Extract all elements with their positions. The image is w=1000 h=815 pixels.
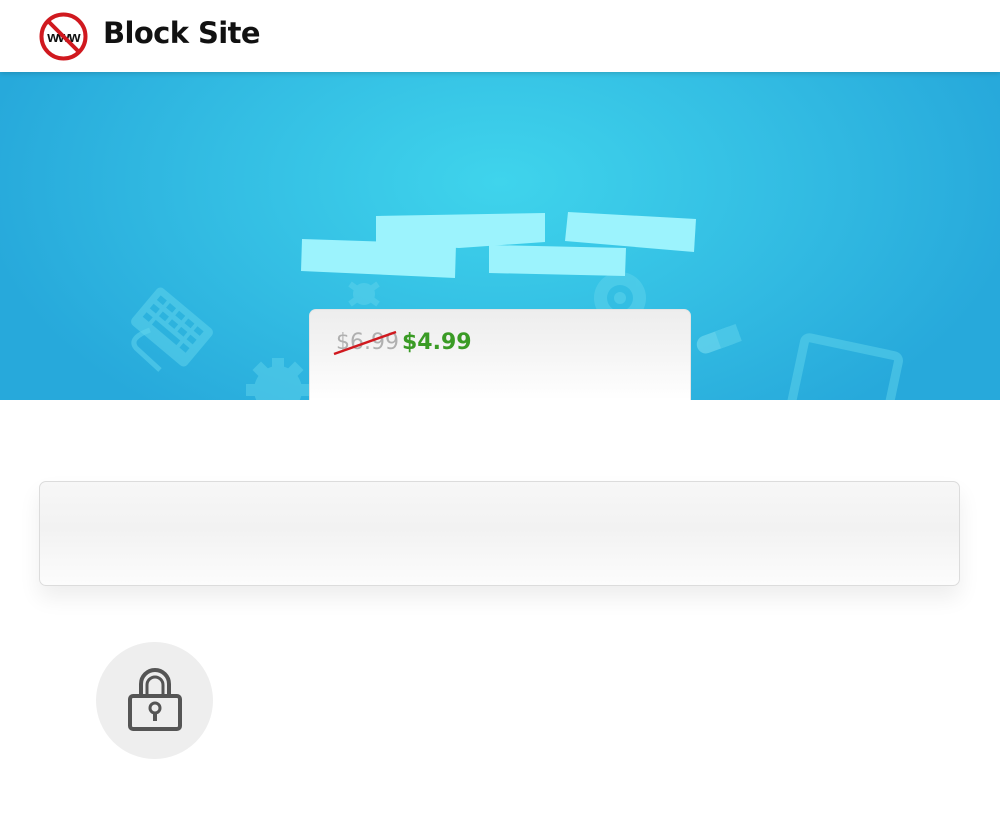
no-www-icon: www [39, 12, 88, 61]
puzzle-icon [348, 281, 380, 307]
lock-feature-circle [96, 642, 213, 759]
price-card: $6.99 $4.99 [309, 309, 691, 400]
gear-icon [246, 358, 310, 400]
pills-icon [696, 324, 742, 354]
brand-title: Block Site [103, 16, 261, 50]
block-shapes [301, 212, 696, 278]
old-price: $6.99 [336, 330, 399, 355]
top-header: www Block Site [0, 0, 1000, 72]
lock-icon [128, 668, 182, 731]
info-panel [39, 481, 960, 586]
monitor-icon [786, 333, 904, 400]
new-price: $4.99 [402, 330, 472, 355]
